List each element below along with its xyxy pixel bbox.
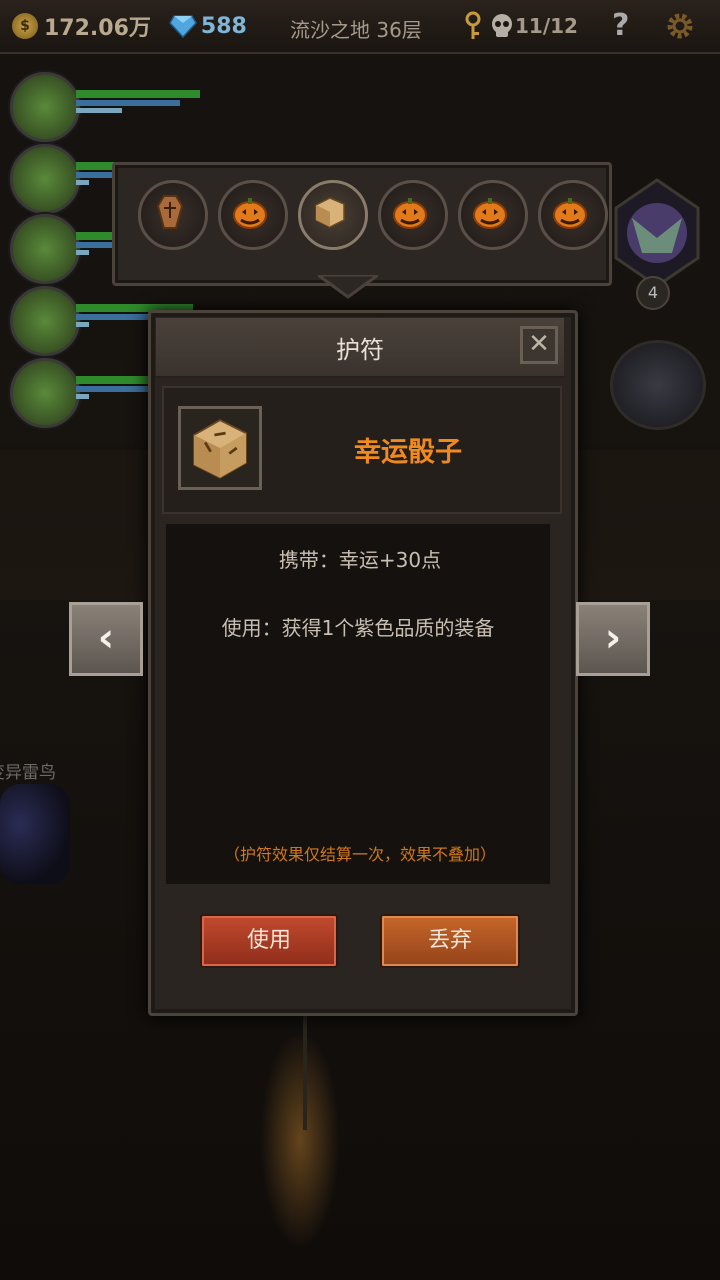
skull-icon [492,14,512,37]
enemy-name: 变异雷鸟 [0,763,56,783]
hero-portrait[interactable] [10,144,80,214]
dice-icon [178,406,262,490]
next-arrow-button[interactable]: › [576,602,650,676]
effect-note: （护符效果仅结算一次，效果不叠加） [223,845,496,864]
status-bar: $ 172.06万 588 流沙之地 36层 11/12 ? [0,0,720,54]
gold-amount: 172.06万 [44,16,151,41]
floor-progress: 11/12 [515,14,578,38]
amulet-slot[interactable] [538,170,608,254]
amulet-slot[interactable] [378,170,448,254]
close-button[interactable]: ✕ [520,326,558,364]
panel-pointer [318,275,378,299]
location-label: 流沙之地 36层 [290,18,422,42]
amulet-slot[interactable] [458,170,528,254]
hero-row[interactable] [10,72,220,142]
dice-icon [310,192,350,232]
pumpkin-icon [470,192,510,232]
gear-icon[interactable] [664,10,696,42]
xp-bar [76,394,89,399]
discard-button[interactable]: 丢弃 [380,914,520,968]
mp-bar [76,100,180,106]
gem-icon [168,15,197,38]
hero-portrait[interactable] [10,214,80,284]
xp-bar [76,108,122,113]
hero-portrait[interactable] [10,72,80,142]
carry-effect: 携带：幸运+30点 [278,548,442,572]
boss-portrait[interactable] [612,178,702,288]
xp-bar [76,250,89,255]
thunderbird-sprite [0,784,70,884]
level-badge: 4 [636,276,670,310]
prev-arrow-button[interactable]: ‹ [69,602,143,676]
description-box [164,522,552,886]
help-button[interactable]: ? [612,8,629,43]
xp-bar [76,180,89,185]
use-button[interactable]: 使用 [200,914,338,968]
amulet-slot[interactable] [138,170,208,254]
tree-trunk [303,1012,307,1130]
xp-bar [76,322,89,327]
coffin-icon [150,192,190,232]
hp-bar [76,90,200,98]
pumpkin-icon [390,192,430,232]
gem-amount: 588 [200,13,247,39]
key-icon[interactable] [458,10,488,42]
coin-icon: $ [12,13,38,39]
item-name: 幸运骰子 [354,437,462,468]
pumpkin-icon [230,192,270,232]
amulet-slot[interactable] [298,170,368,254]
dialog-title: 护符 [336,336,384,364]
hero-portrait[interactable] [10,358,80,428]
pumpkin-icon [550,192,590,232]
amulet-slot[interactable] [218,170,288,254]
